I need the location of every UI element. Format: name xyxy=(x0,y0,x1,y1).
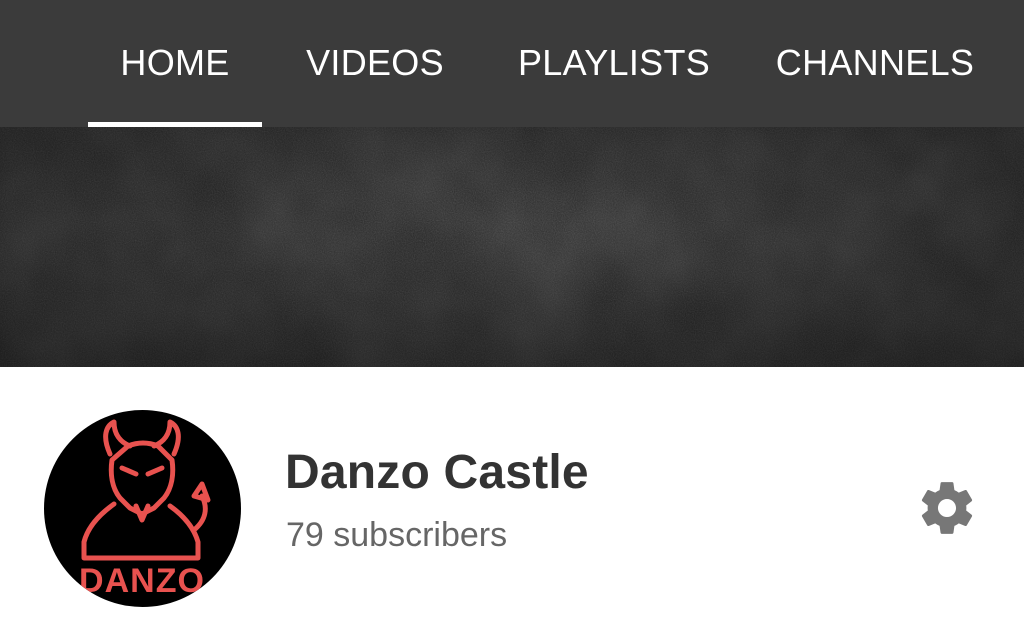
channel-name: Danzo Castle xyxy=(285,446,589,499)
tab-playlists-label: PLAYLISTS xyxy=(517,41,711,83)
danzo-devil-logo: DANZO xyxy=(79,419,211,600)
tab-videos[interactable]: VIDEOS xyxy=(262,0,488,127)
banner-texture xyxy=(0,127,1024,367)
tab-channels-label: CHANNELS xyxy=(775,41,975,83)
tab-home-label: HOME xyxy=(120,41,230,83)
tab-videos-label: VIDEOS xyxy=(306,41,444,83)
tab-channels[interactable]: CHANNELS xyxy=(740,0,1010,127)
subscriber-count: 79 subscribers xyxy=(286,516,508,554)
tab-list: HOME VIDEOS PLAYLISTS CHANNELS A xyxy=(88,0,1024,127)
channel-tab-bar: HOME VIDEOS PLAYLISTS CHANNELS A xyxy=(0,0,1024,127)
tab-home[interactable]: HOME xyxy=(88,0,262,127)
gear-icon xyxy=(921,482,973,534)
channel-avatar[interactable]: DANZO xyxy=(44,410,241,607)
avatar-logo-text: DANZO xyxy=(79,562,205,600)
settings-button[interactable] xyxy=(916,477,978,539)
tab-about[interactable]: A xyxy=(1010,0,1024,127)
channel-banner xyxy=(0,127,1024,367)
tab-playlists[interactable]: PLAYLISTS xyxy=(488,0,740,127)
channel-header: DANZO Danzo Castle 79 subscribers xyxy=(0,367,1024,640)
